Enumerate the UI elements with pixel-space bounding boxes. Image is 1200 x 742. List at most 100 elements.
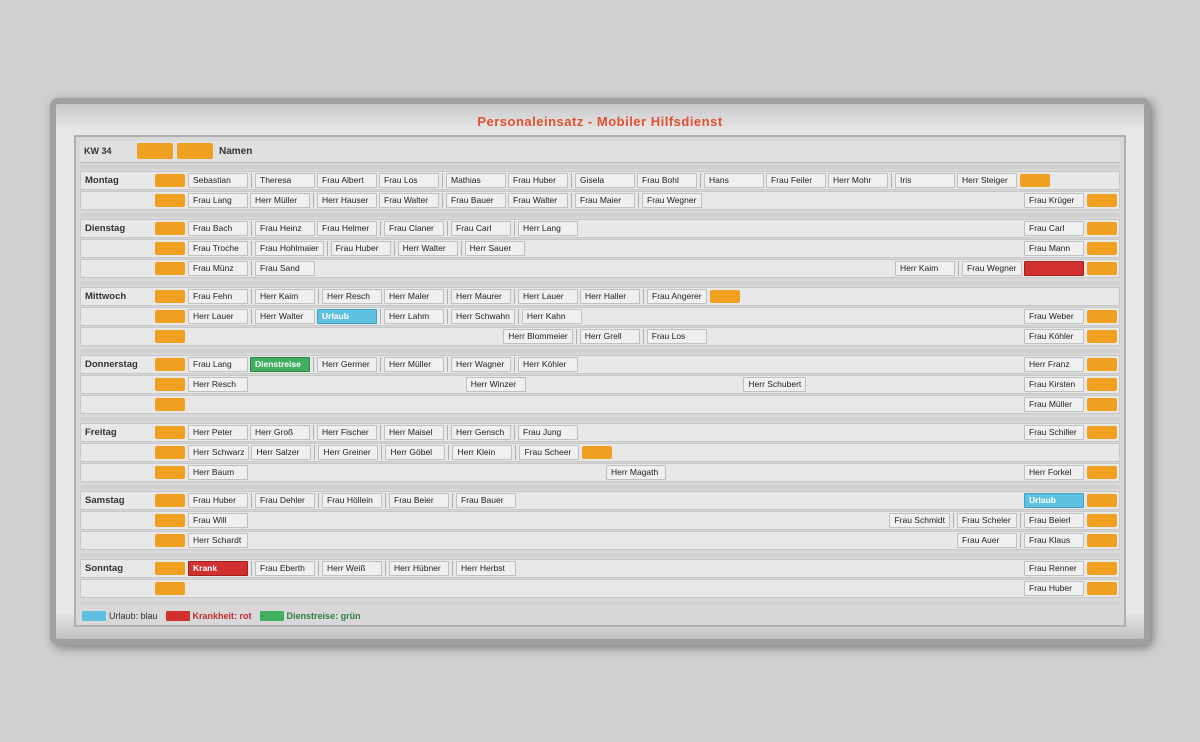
- cell: Hans: [704, 173, 764, 188]
- dienstag-tag-r2: [1087, 242, 1117, 255]
- sonntag-tag-2: [155, 582, 185, 595]
- cell: Herr Hauser: [317, 193, 377, 208]
- day-sonntag: Sonntag Krank Frau Eberth Herr Weiß Herr…: [80, 559, 1120, 598]
- div: [638, 193, 639, 208]
- dienstag-label: Dienstag: [81, 223, 153, 234]
- cell: Frau Bohl: [637, 173, 697, 188]
- freitag-slots-2: Herr Schwarz Herr Salzer Herr Greiner He…: [153, 445, 1119, 460]
- dienstag-tag-1: [155, 222, 185, 235]
- mittwoch-row-1: Mittwoch Frau Fehn Herr Kaim Herr Resch …: [80, 287, 1120, 306]
- cell: Herr Lauer: [518, 289, 578, 304]
- cell: Frau Wegner: [642, 193, 702, 208]
- freitag-label: Freitag: [81, 427, 153, 438]
- dienstag-slots-1: Frau Bach Frau Heinz Frau Helmer Frau Cl…: [153, 221, 1119, 236]
- montag-tag-r2: [1087, 194, 1117, 207]
- div: [380, 221, 381, 236]
- cell: Sebastian: [188, 173, 248, 188]
- montag-tag-2: [155, 194, 185, 207]
- mittwoch-slots-3: Herr Blommeier Herr Grell Frau Los Frau …: [153, 329, 1119, 344]
- samstag-slots-3: Herr Schardt Frau Auer Frau Klaus: [153, 533, 1119, 548]
- mittwoch-row-3: Herr Blommeier Herr Grell Frau Los Frau …: [80, 327, 1120, 346]
- samstag-row-2: Frau Will Frau Schmidt Frau Scheler Frau…: [80, 511, 1120, 530]
- cell: Frau Angerer: [647, 289, 707, 304]
- cell: Herr Maisel: [384, 425, 444, 440]
- cell: Frau Huber: [188, 493, 248, 508]
- donnerstag-tag-r2: [1087, 378, 1117, 391]
- samstag-tag-r2: [1087, 514, 1117, 527]
- day-donnerstag: Donnerstag Frau Lang Dienstreise Herr Ge…: [80, 355, 1120, 414]
- div: [1020, 513, 1021, 528]
- cell: Herr Winzer: [466, 377, 526, 392]
- div: [514, 425, 515, 440]
- dienstag-slots-2: Frau Troche Frau Hohlmaier Frau Huber He…: [153, 241, 1119, 256]
- cell: Herr Müller: [384, 357, 444, 372]
- legend-urlaub-color: [82, 611, 106, 621]
- cell: Herr Peter: [188, 425, 248, 440]
- cell: Frau Schmidt: [889, 513, 950, 528]
- gap-samstag: [80, 485, 1120, 489]
- mittwoch-tag-3: [155, 330, 185, 343]
- mittwoch-row-2: Herr Lauer Herr Walter Urlaub Herr Lahm …: [80, 307, 1120, 326]
- sonntag-tag-r: [1087, 562, 1117, 575]
- donnerstag-label: Donnerstag: [81, 359, 153, 370]
- cell: Herr Fischer: [317, 425, 377, 440]
- div: [643, 329, 644, 344]
- samstag-label: Samstag: [81, 495, 153, 506]
- cell: Herr Magath: [606, 465, 666, 480]
- cell-blue-samstag: Urlaub: [1024, 493, 1084, 508]
- div: [251, 173, 252, 188]
- div: [571, 173, 572, 188]
- div: [447, 221, 448, 236]
- cell: Frau Huber: [1024, 581, 1084, 596]
- freitag-slots-1: Herr Peter Herr Groß Herr Fischer Herr M…: [153, 425, 1119, 440]
- cell: Frau Carl: [451, 221, 511, 236]
- cell: Herr Klein: [452, 445, 512, 460]
- dienstag-row-2: Frau Troche Frau Hohlmaier Frau Huber He…: [80, 239, 1120, 258]
- donnerstag-row-2: Herr Resch Herr Winzer Herr Schubert Fra…: [80, 375, 1120, 394]
- div: [514, 357, 515, 372]
- cell: Frau Troche: [188, 241, 248, 256]
- cell: Herr Mohr: [828, 173, 888, 188]
- day-samstag: Samstag Frau Huber Frau Dehler Frau Höll…: [80, 491, 1120, 550]
- cell: Gisela: [575, 173, 635, 188]
- montag-label: Montag: [81, 175, 153, 186]
- div: [318, 561, 319, 576]
- montag-row-1: Montag Sebastian Theresa Frau Albert Fra…: [80, 171, 1120, 190]
- freitag-row-1: Freitag Herr Peter Herr Groß Herr Fische…: [80, 423, 1120, 442]
- samstag-tag-2: [155, 514, 185, 527]
- cell: Frau Bauer: [456, 493, 516, 508]
- mittwoch-tag-r: [710, 290, 740, 303]
- cell-green: Dienstreise: [250, 357, 310, 372]
- div: [953, 513, 954, 528]
- cell: Herr Groß: [250, 425, 310, 440]
- legend-krankheit-label: Krankheit: rot: [193, 611, 252, 621]
- mittwoch-slots-1: Frau Fehn Herr Kaim Herr Resch Herr Male…: [153, 289, 1119, 304]
- cell: Herr Haller: [580, 289, 640, 304]
- div: [461, 241, 462, 256]
- freitag-row-2: Herr Schwarz Herr Salzer Herr Greiner He…: [80, 443, 1120, 462]
- cell: Frau Huber: [331, 241, 391, 256]
- div: [447, 289, 448, 304]
- cell: Frau Carl: [1024, 221, 1084, 236]
- header-tag-1: [137, 143, 173, 159]
- div: [442, 173, 443, 188]
- cell: Herr Kaim: [895, 261, 955, 276]
- day-dienstag: Dienstag Frau Bach Frau Heinz Frau Helme…: [80, 219, 1120, 278]
- cell: Herr Germer: [317, 357, 377, 372]
- cell: Herr Weiß: [322, 561, 382, 576]
- cell: Frau Krüger: [1024, 193, 1084, 208]
- freitag-tag-r2: [582, 446, 612, 459]
- div: [318, 289, 319, 304]
- div: [1020, 533, 1021, 548]
- cell: Frau Walter: [379, 193, 439, 208]
- day-montag: Montag Sebastian Theresa Frau Albert Fra…: [80, 171, 1120, 210]
- cell: Frau Köhler: [1024, 329, 1084, 344]
- div: [514, 221, 515, 236]
- kw-label: KW 34: [80, 146, 135, 156]
- cell: Frau Mann: [1024, 241, 1084, 256]
- sonntag-label: Sonntag: [81, 563, 153, 574]
- legend-dienstreise-color: [260, 611, 284, 621]
- div: [313, 193, 314, 208]
- dienstag-row-3: Frau Münz Frau Sand Herr Kaim Frau Wegne…: [80, 259, 1120, 278]
- div: [314, 445, 315, 460]
